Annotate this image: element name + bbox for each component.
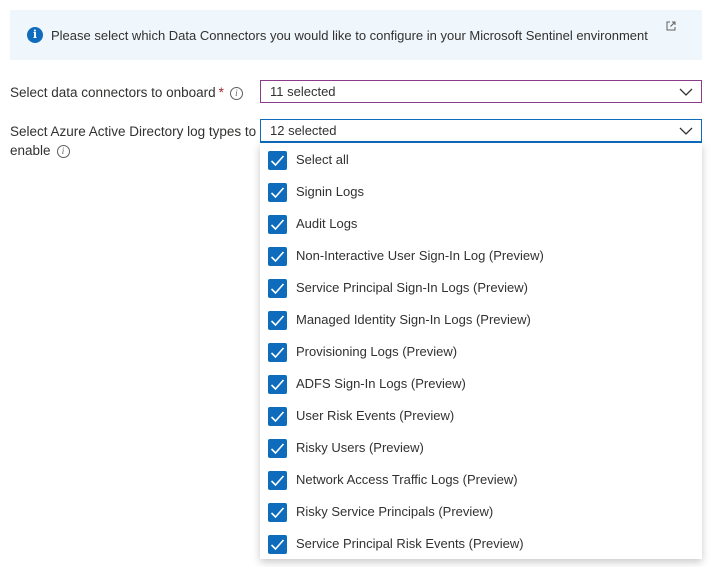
option-signin-logs[interactable]: Signin Logs [260,175,702,207]
checkbox-checked-icon[interactable] [268,247,287,266]
checkbox-checked-icon[interactable] [268,311,287,330]
external-link-icon[interactable] [666,21,676,31]
checkbox-checked-icon[interactable] [268,151,287,170]
chevron-down-icon [679,88,693,96]
option-label: Service Principal Sign-In Logs (Preview) [296,280,528,295]
connectors-label-text: Select data connectors to onboard [10,85,216,100]
option-adfs-sign-in-logs[interactable]: ADFS Sign-In Logs (Preview) [260,367,702,399]
info-banner-text: Please select which Data Connectors you … [51,28,648,43]
checkbox-checked-icon[interactable] [268,375,287,394]
option-managed-identity-sign-in[interactable]: Managed Identity Sign-In Logs (Preview) [260,303,702,335]
option-label: Select all [296,152,349,167]
connectors-dropdown[interactable]: 11 selected [260,80,702,103]
checkbox-checked-icon[interactable] [268,471,287,490]
option-risky-users[interactable]: Risky Users (Preview) [260,431,702,463]
option-label: Risky Users (Preview) [296,440,424,455]
option-audit-logs[interactable]: Audit Logs [260,207,702,239]
connectors-dropdown-value: 11 selected [270,84,336,99]
aad-log-types-label-line2: enable [10,143,51,158]
checkbox-checked-icon[interactable] [268,343,287,362]
aad-log-types-label-line1: Select Azure Active Directory log types … [10,124,257,139]
option-label: Risky Service Principals (Preview) [296,504,494,519]
option-service-principal-risk-events[interactable]: Service Principal Risk Events (Preview) [260,527,702,559]
aad-log-types-options-list: Select all Signin Logs Audit Logs Non-In… [260,143,702,559]
option-select-all[interactable]: Select all [260,143,702,175]
option-label: ADFS Sign-In Logs (Preview) [296,376,466,391]
option-risky-service-principals[interactable]: Risky Service Principals (Preview) [260,495,702,527]
option-label: Audit Logs [296,216,358,231]
info-tooltip-icon[interactable]: i [229,86,243,100]
aad-log-types-label: Select Azure Active Directory log types … [10,122,256,160]
aad-log-types-dropdown-value: 12 selected [270,123,337,138]
option-service-principal-sign-in[interactable]: Service Principal Sign-In Logs (Preview) [260,271,702,303]
option-label: Non-Interactive User Sign-In Log (Previe… [296,248,544,263]
checkbox-checked-icon[interactable] [268,503,287,522]
connectors-label: Select data connectors to onboard * i [10,83,243,102]
option-provisioning-logs[interactable]: Provisioning Logs (Preview) [260,335,702,367]
checkbox-checked-icon[interactable] [268,183,287,202]
option-label: User Risk Events (Preview) [296,408,455,423]
checkbox-checked-icon[interactable] [268,215,287,234]
option-label: Provisioning Logs (Preview) [296,344,458,359]
checkbox-checked-icon[interactable] [268,407,287,426]
option-label: Service Principal Risk Events (Preview) [296,536,524,551]
aad-log-types-dropdown[interactable]: 12 selected [260,119,702,143]
option-network-access-traffic-logs[interactable]: Network Access Traffic Logs (Preview) [260,463,702,495]
option-label: Managed Identity Sign-In Logs (Preview) [296,312,531,327]
checkbox-checked-icon[interactable] [268,535,287,554]
option-label: Network Access Traffic Logs (Preview) [296,472,518,487]
option-label: Signin Logs [296,184,364,199]
info-icon: i [27,27,43,43]
checkbox-checked-icon[interactable] [268,279,287,298]
chevron-down-icon [679,127,693,135]
info-tooltip-icon[interactable]: i [56,144,70,158]
option-user-risk-events[interactable]: User Risk Events (Preview) [260,399,702,431]
checkbox-checked-icon[interactable] [268,439,287,458]
info-banner: i Please select which Data Connectors yo… [10,10,702,60]
required-asterisk: * [218,85,224,100]
option-non-interactive-user-sign-in[interactable]: Non-Interactive User Sign-In Log (Previe… [260,239,702,271]
